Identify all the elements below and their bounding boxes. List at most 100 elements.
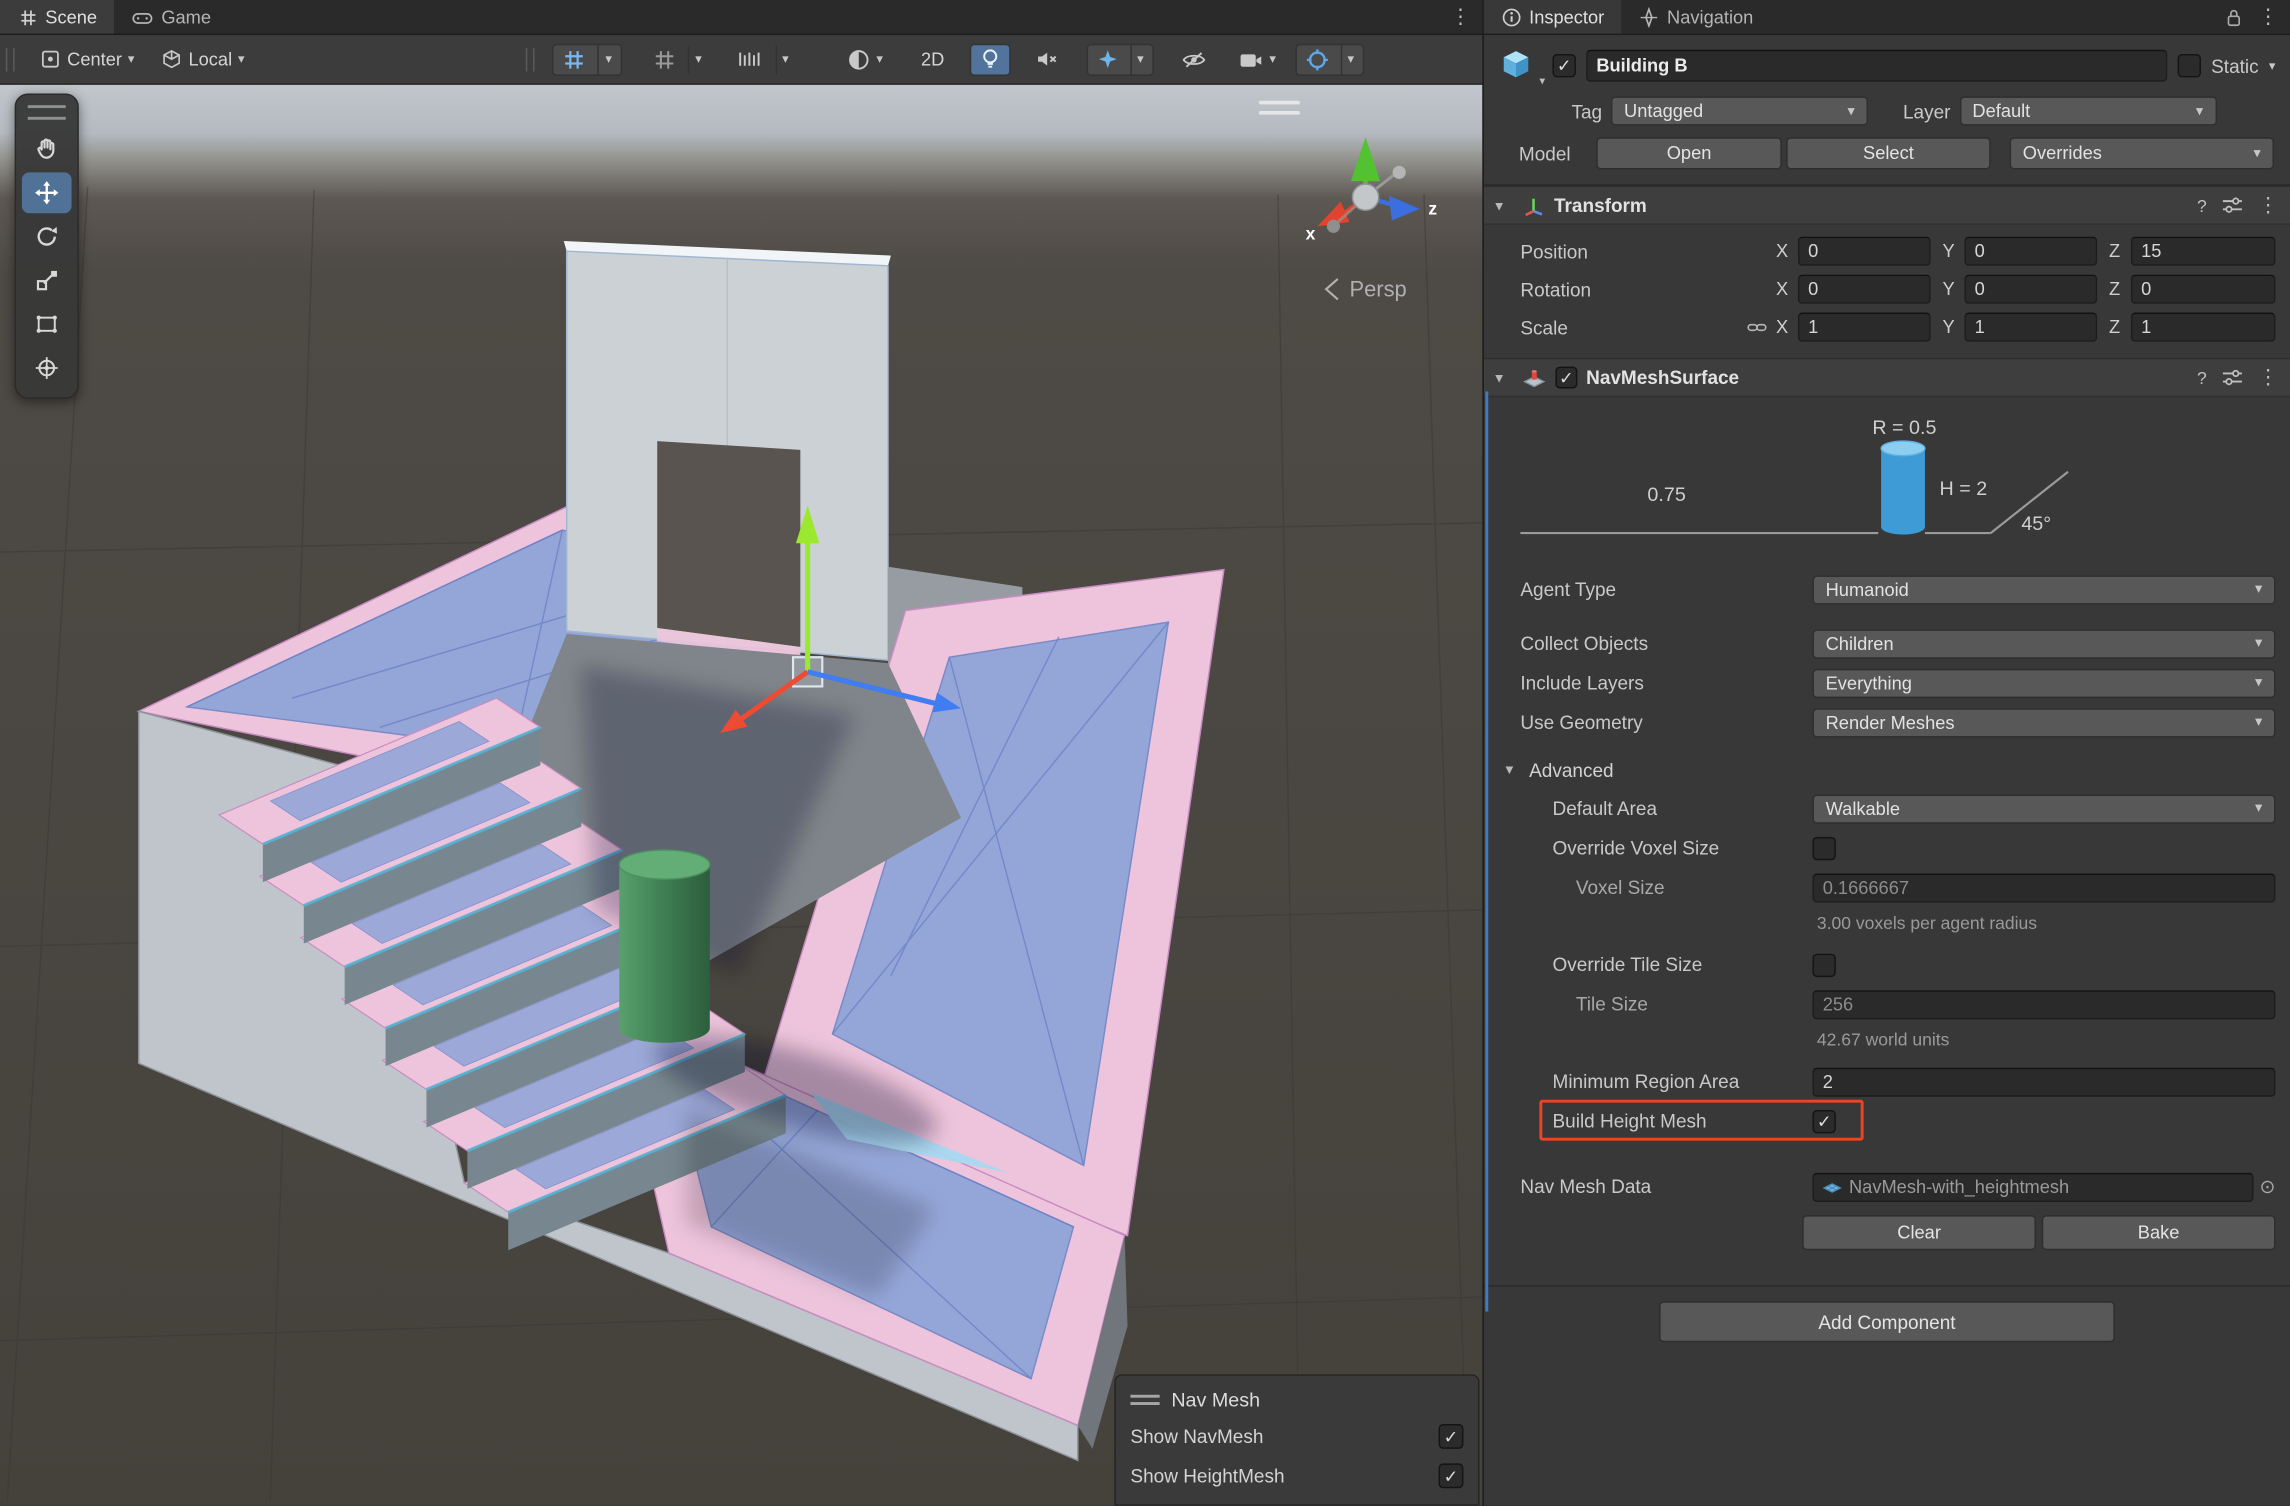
tab-scene[interactable]: Scene xyxy=(0,0,115,34)
scene-viewport[interactable]: x z Persp xyxy=(0,85,1482,1506)
overrides-dropdown[interactable]: Overrides▾ xyxy=(2010,137,2274,169)
prefab-icon-button[interactable]: ▾ xyxy=(1498,47,1542,85)
transform-tool[interactable] xyxy=(22,348,72,389)
tag-dropdown[interactable]: Untagged▾ xyxy=(1611,96,1868,125)
gameobject-active-checkbox[interactable] xyxy=(1553,54,1576,77)
add-component-button[interactable]: Add Component xyxy=(1659,1301,2115,1342)
collect-objects-dropdown[interactable]: Children▾ xyxy=(1812,629,2275,658)
grid-dropdown-arrow[interactable]: ▾ xyxy=(688,45,702,74)
lighting-toggle[interactable] xyxy=(969,43,1010,75)
position-x-field[interactable]: 0 xyxy=(1798,237,1931,266)
2d-toggle[interactable]: 2D xyxy=(911,43,955,75)
scale-tool[interactable] xyxy=(22,260,72,301)
grid-visibility-button[interactable]: ▾ xyxy=(643,43,712,75)
advanced-foldout[interactable]: ▼ Advanced xyxy=(1484,751,2290,789)
navmeshsurface-enabled-checkbox[interactable] xyxy=(1555,367,1577,389)
navmesh-overlay-grip[interactable] xyxy=(1130,1394,1159,1404)
grid-snap-dropdown-arrow[interactable]: ▾ xyxy=(598,45,612,74)
model-select-button[interactable]: Select xyxy=(1786,137,1990,169)
position-z-field[interactable]: 15 xyxy=(2131,237,2276,266)
prefab-dropdown-arrow[interactable]: ▾ xyxy=(1539,74,1545,87)
transform-presets-icon[interactable] xyxy=(2221,196,2243,215)
toolbar-section-handle[interactable] xyxy=(526,47,535,70)
toolbar-drag-handle[interactable] xyxy=(6,47,15,70)
axis-neg-ball-2[interactable] xyxy=(1327,220,1340,233)
include-layers-label: Include Layers xyxy=(1484,672,1813,694)
navmeshsurface-menu-icon[interactable]: ⋮ xyxy=(2258,365,2278,390)
scale-y-field[interactable]: 1 xyxy=(1964,313,2097,342)
tab-game[interactable]: Game xyxy=(115,0,229,34)
hand-tool[interactable] xyxy=(22,129,72,170)
rect-tool[interactable] xyxy=(22,304,72,345)
agent-slope-label: 45° xyxy=(2021,513,2051,535)
scene-canvas[interactable]: x z Persp xyxy=(0,85,1482,1506)
scale-z-field[interactable]: 1 xyxy=(2131,313,2276,342)
layer-label: Layer xyxy=(1903,100,1951,122)
navmesh-data-field[interactable]: NavMesh-with_heightmesh xyxy=(1812,1172,2253,1201)
effects-dropdown[interactable]: ▾ xyxy=(1086,43,1154,75)
tab-navigation[interactable]: Navigation xyxy=(1622,0,1771,34)
tile-help-text: 42.67 world units xyxy=(1484,1024,2290,1056)
draw-mode-dropdown[interactable]: ▾ xyxy=(837,43,893,75)
show-navmesh-checkbox[interactable] xyxy=(1439,1424,1464,1449)
axis-neg-ball-1[interactable] xyxy=(1393,166,1406,179)
rotate-icon xyxy=(34,223,60,249)
move-tool[interactable] xyxy=(22,172,72,213)
scene-camera-dropdown[interactable]: ▾ xyxy=(1228,43,1286,75)
layer-dropdown[interactable]: Default▾ xyxy=(1959,96,2216,125)
scene-tabbar-menu-icon[interactable]: ⋮ xyxy=(1450,4,1470,29)
navmeshsurface-presets-icon[interactable] xyxy=(2221,368,2243,387)
grid-snap-button[interactable]: ▾ xyxy=(553,43,622,75)
use-geometry-label: Use Geometry xyxy=(1484,711,1813,733)
tool-palette-grip[interactable] xyxy=(28,105,66,120)
gizmo-center-ball[interactable] xyxy=(1352,184,1378,210)
model-open-button[interactable]: Open xyxy=(1596,137,1781,169)
doorway xyxy=(657,441,800,647)
audio-toggle[interactable] xyxy=(1025,43,1069,75)
effects-dropdown-arrow[interactable]: ▾ xyxy=(1130,45,1144,74)
rotate-tool[interactable] xyxy=(22,216,72,257)
transform-foldout[interactable]: ▼ xyxy=(1493,198,1513,213)
scale-link-icon[interactable] xyxy=(1747,318,1767,336)
navmesh-data-label: Nav Mesh Data xyxy=(1484,1176,1813,1198)
use-geometry-dropdown[interactable]: Render Meshes▾ xyxy=(1812,708,2275,737)
inspector-menu-icon[interactable]: ⋮ xyxy=(2258,4,2278,29)
scale-x-field[interactable]: 1 xyxy=(1798,313,1931,342)
transform-help-icon[interactable]: ? xyxy=(2197,195,2207,215)
snap-dropdown-arrow[interactable]: ▾ xyxy=(775,45,789,74)
gameobject-name-field[interactable]: Building B xyxy=(1586,50,2167,82)
override-tile-checkbox[interactable] xyxy=(1812,953,1835,976)
rotation-x-field[interactable]: 0 xyxy=(1798,275,1931,304)
min-region-field[interactable]: 2 xyxy=(1812,1067,2275,1096)
navmeshsurface-foldout[interactable]: ▼ xyxy=(1493,370,1513,385)
static-checkbox[interactable] xyxy=(2178,54,2201,77)
persp-label[interactable]: Persp xyxy=(1350,276,1407,301)
position-y-field[interactable]: 0 xyxy=(1964,237,2097,266)
pivot-mode-dropdown[interactable]: Center▾ xyxy=(29,43,144,75)
include-layers-dropdown[interactable]: Everything▾ xyxy=(1812,668,2275,697)
bake-button[interactable]: Bake xyxy=(2042,1215,2276,1250)
rotation-z-field[interactable]: 0 xyxy=(2131,275,2276,304)
agent-type-dropdown[interactable]: Humanoid▾ xyxy=(1812,575,2275,604)
position-row: Position X0 Y0 Z15 xyxy=(1484,232,2290,270)
orientation-dropdown[interactable]: Local▾ xyxy=(151,43,255,75)
gizmos-dropdown[interactable]: ▾ xyxy=(1295,43,1364,75)
snap-increment-button[interactable]: ▾ xyxy=(727,43,799,75)
scene-visibility-toggle[interactable] xyxy=(1172,43,1217,75)
default-area-dropdown[interactable]: Walkable▾ xyxy=(1812,794,2275,823)
override-voxel-checkbox[interactable] xyxy=(1812,836,1835,859)
clear-button[interactable]: Clear xyxy=(1802,1215,2036,1250)
green-cylinder[interactable] xyxy=(619,850,710,1043)
build-height-mesh-checkbox[interactable] xyxy=(1812,1109,1835,1132)
navmeshsurface-help-icon[interactable]: ? xyxy=(2197,367,2207,387)
transform-menu-icon[interactable]: ⋮ xyxy=(2258,193,2278,218)
agent-step-label: 0.75 xyxy=(1647,484,1685,506)
rotation-y-field[interactable]: 0 xyxy=(1964,275,2097,304)
tab-navigation-label: Navigation xyxy=(1667,7,1753,27)
show-heightmesh-checkbox[interactable] xyxy=(1439,1463,1464,1488)
object-picker-icon[interactable]: ⊙ xyxy=(2260,1175,2276,1198)
static-flags-dropdown[interactable]: ▾ xyxy=(2269,58,2276,74)
gizmos-dropdown-arrow[interactable]: ▾ xyxy=(1340,45,1354,74)
lock-icon[interactable] xyxy=(2224,7,2243,27)
tab-inspector[interactable]: Inspector xyxy=(1484,0,1622,34)
